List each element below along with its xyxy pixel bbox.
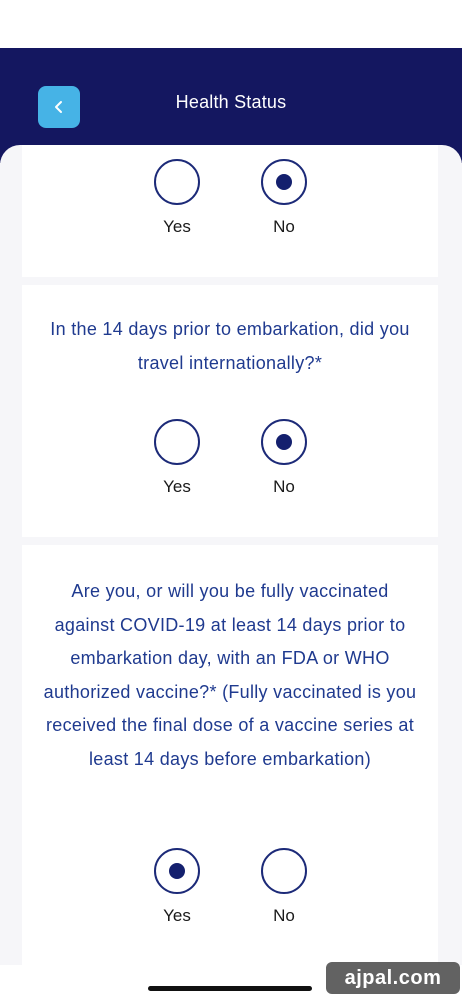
radio-option-no[interactable]: No (244, 848, 324, 938)
question-card-2: In the 14 days prior to embarkation, did… (22, 285, 438, 537)
radio-selected-dot (169, 863, 185, 879)
radio-label: Yes (163, 477, 191, 496)
question-card-1: Yes No (22, 145, 438, 277)
radio-label: No (273, 217, 295, 236)
radio-label: Yes (163, 906, 191, 925)
radio-selected-dot (276, 174, 292, 190)
watermark: ajpal.com (326, 962, 460, 994)
radio-button[interactable] (261, 159, 307, 205)
radio-option-yes[interactable]: Yes (137, 419, 217, 509)
radio-group: Yes No (22, 848, 438, 938)
radio-button[interactable] (154, 159, 200, 205)
radio-button[interactable] (154, 419, 200, 465)
page-title: Health Status (175, 92, 287, 112)
question-text: In the 14 days prior to embarkation, did… (50, 319, 410, 373)
home-indicator (148, 986, 312, 991)
radio-button[interactable] (261, 848, 307, 894)
radio-option-yes[interactable]: Yes (137, 159, 217, 249)
radio-button[interactable] (154, 848, 200, 894)
question-text: Are you, or will you be fully vaccinated… (43, 581, 417, 769)
radio-label: Yes (163, 217, 191, 236)
radio-option-no[interactable]: No (244, 419, 324, 509)
question-card-3: Are you, or will you be fully vaccinated… (22, 545, 438, 965)
radio-group: Yes No (22, 419, 438, 509)
form-sheet[interactable]: Yes No In the 14 days prior to embarkati… (0, 145, 462, 965)
radio-option-yes[interactable]: Yes (137, 848, 217, 938)
radio-option-no[interactable]: No (244, 159, 324, 249)
radio-group: Yes No (22, 159, 438, 249)
status-bar (0, 0, 462, 48)
radio-label: No (273, 906, 295, 925)
radio-button[interactable] (261, 419, 307, 465)
radio-label: No (273, 477, 295, 496)
radio-selected-dot (276, 434, 292, 450)
